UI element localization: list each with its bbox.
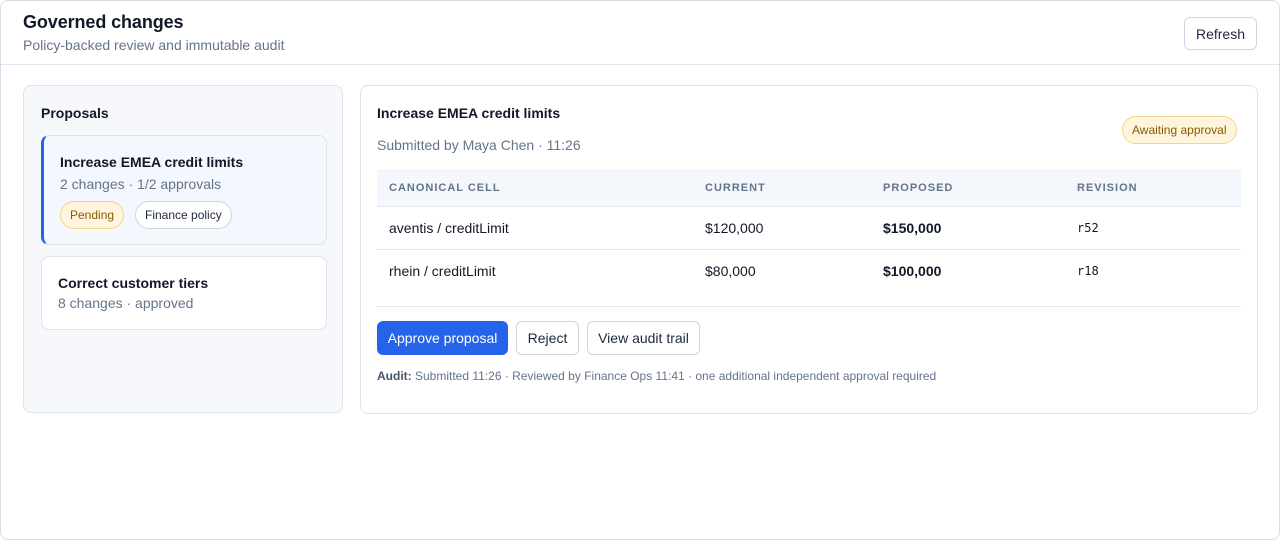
refresh-button[interactable]: Refresh [1184, 17, 1257, 50]
changes-table: Canonical cell Current Proposed Revision… [377, 169, 1241, 293]
app-window: Governed changes Policy-backed review an… [0, 0, 1280, 540]
detail-title: Increase EMEA credit limits [377, 105, 561, 121]
cell-current: $80,000 [705, 263, 756, 279]
column-header-revision: Revision [1077, 182, 1138, 194]
page-header: Governed changes Policy-backed review an… [1, 1, 1279, 65]
cell-canonical: rhein / creditLimit [389, 263, 496, 279]
pending-badge: Pending [60, 201, 125, 229]
audit-label: Audit: [377, 369, 412, 383]
proposal-meta: 8 changes · approved [58, 295, 194, 311]
proposals-panel: Proposals Increase EMEA credit limits 2 … [23, 85, 343, 413]
reject-button[interactable]: Reject [516, 321, 579, 355]
cell-revision: r52 [1077, 221, 1099, 235]
cell-proposed: $150,000 [883, 220, 942, 236]
proposals-title: Proposals [41, 105, 109, 121]
column-header-proposed: Proposed [883, 182, 954, 194]
table-row: aventis / creditLimit $120,000 $150,000 … [377, 207, 1241, 250]
audit-summary: Audit: Submitted 11:26 · Reviewed by Fin… [377, 369, 936, 383]
table-row: rhein / creditLimit $80,000 $100,000 r18 [377, 250, 1241, 293]
cell-current: $120,000 [705, 220, 764, 236]
proposal-detail-panel: Increase EMEA credit limits Submitted by… [360, 85, 1258, 414]
detail-submitted-meta: Submitted by Maya Chen · 11:26 [377, 137, 581, 153]
cell-canonical: aventis / creditLimit [389, 220, 509, 236]
proposal-card-emea-credit-limits[interactable]: Increase EMEA credit limits 2 changes · … [41, 135, 327, 245]
column-header-canonical-cell: Canonical cell [389, 182, 501, 194]
proposal-card-customer-tiers[interactable]: Correct customer tiers 8 changes · appro… [41, 256, 327, 330]
cell-proposed: $100,000 [883, 263, 942, 279]
page-subtitle: Policy-backed review and immutable audit [23, 37, 285, 53]
divider [377, 306, 1241, 307]
audit-text: Submitted 11:26 · Reviewed by Finance Op… [411, 369, 937, 383]
policy-badge: Finance policy [135, 201, 232, 229]
view-audit-trail-button[interactable]: View audit trail [587, 321, 700, 355]
approve-proposal-button[interactable]: Approve proposal [377, 321, 508, 355]
status-badge: Awaiting approval [1122, 116, 1237, 144]
page-title: Governed changes [23, 12, 184, 32]
proposal-title: Correct customer tiers [58, 275, 209, 291]
column-header-current: Current [705, 182, 766, 194]
proposal-meta: 2 changes · 1/2 approvals [60, 176, 222, 192]
table-header: Canonical cell Current Proposed Revision [377, 169, 1241, 207]
proposal-title: Increase EMEA credit limits [60, 154, 244, 170]
cell-revision: r18 [1077, 264, 1099, 278]
